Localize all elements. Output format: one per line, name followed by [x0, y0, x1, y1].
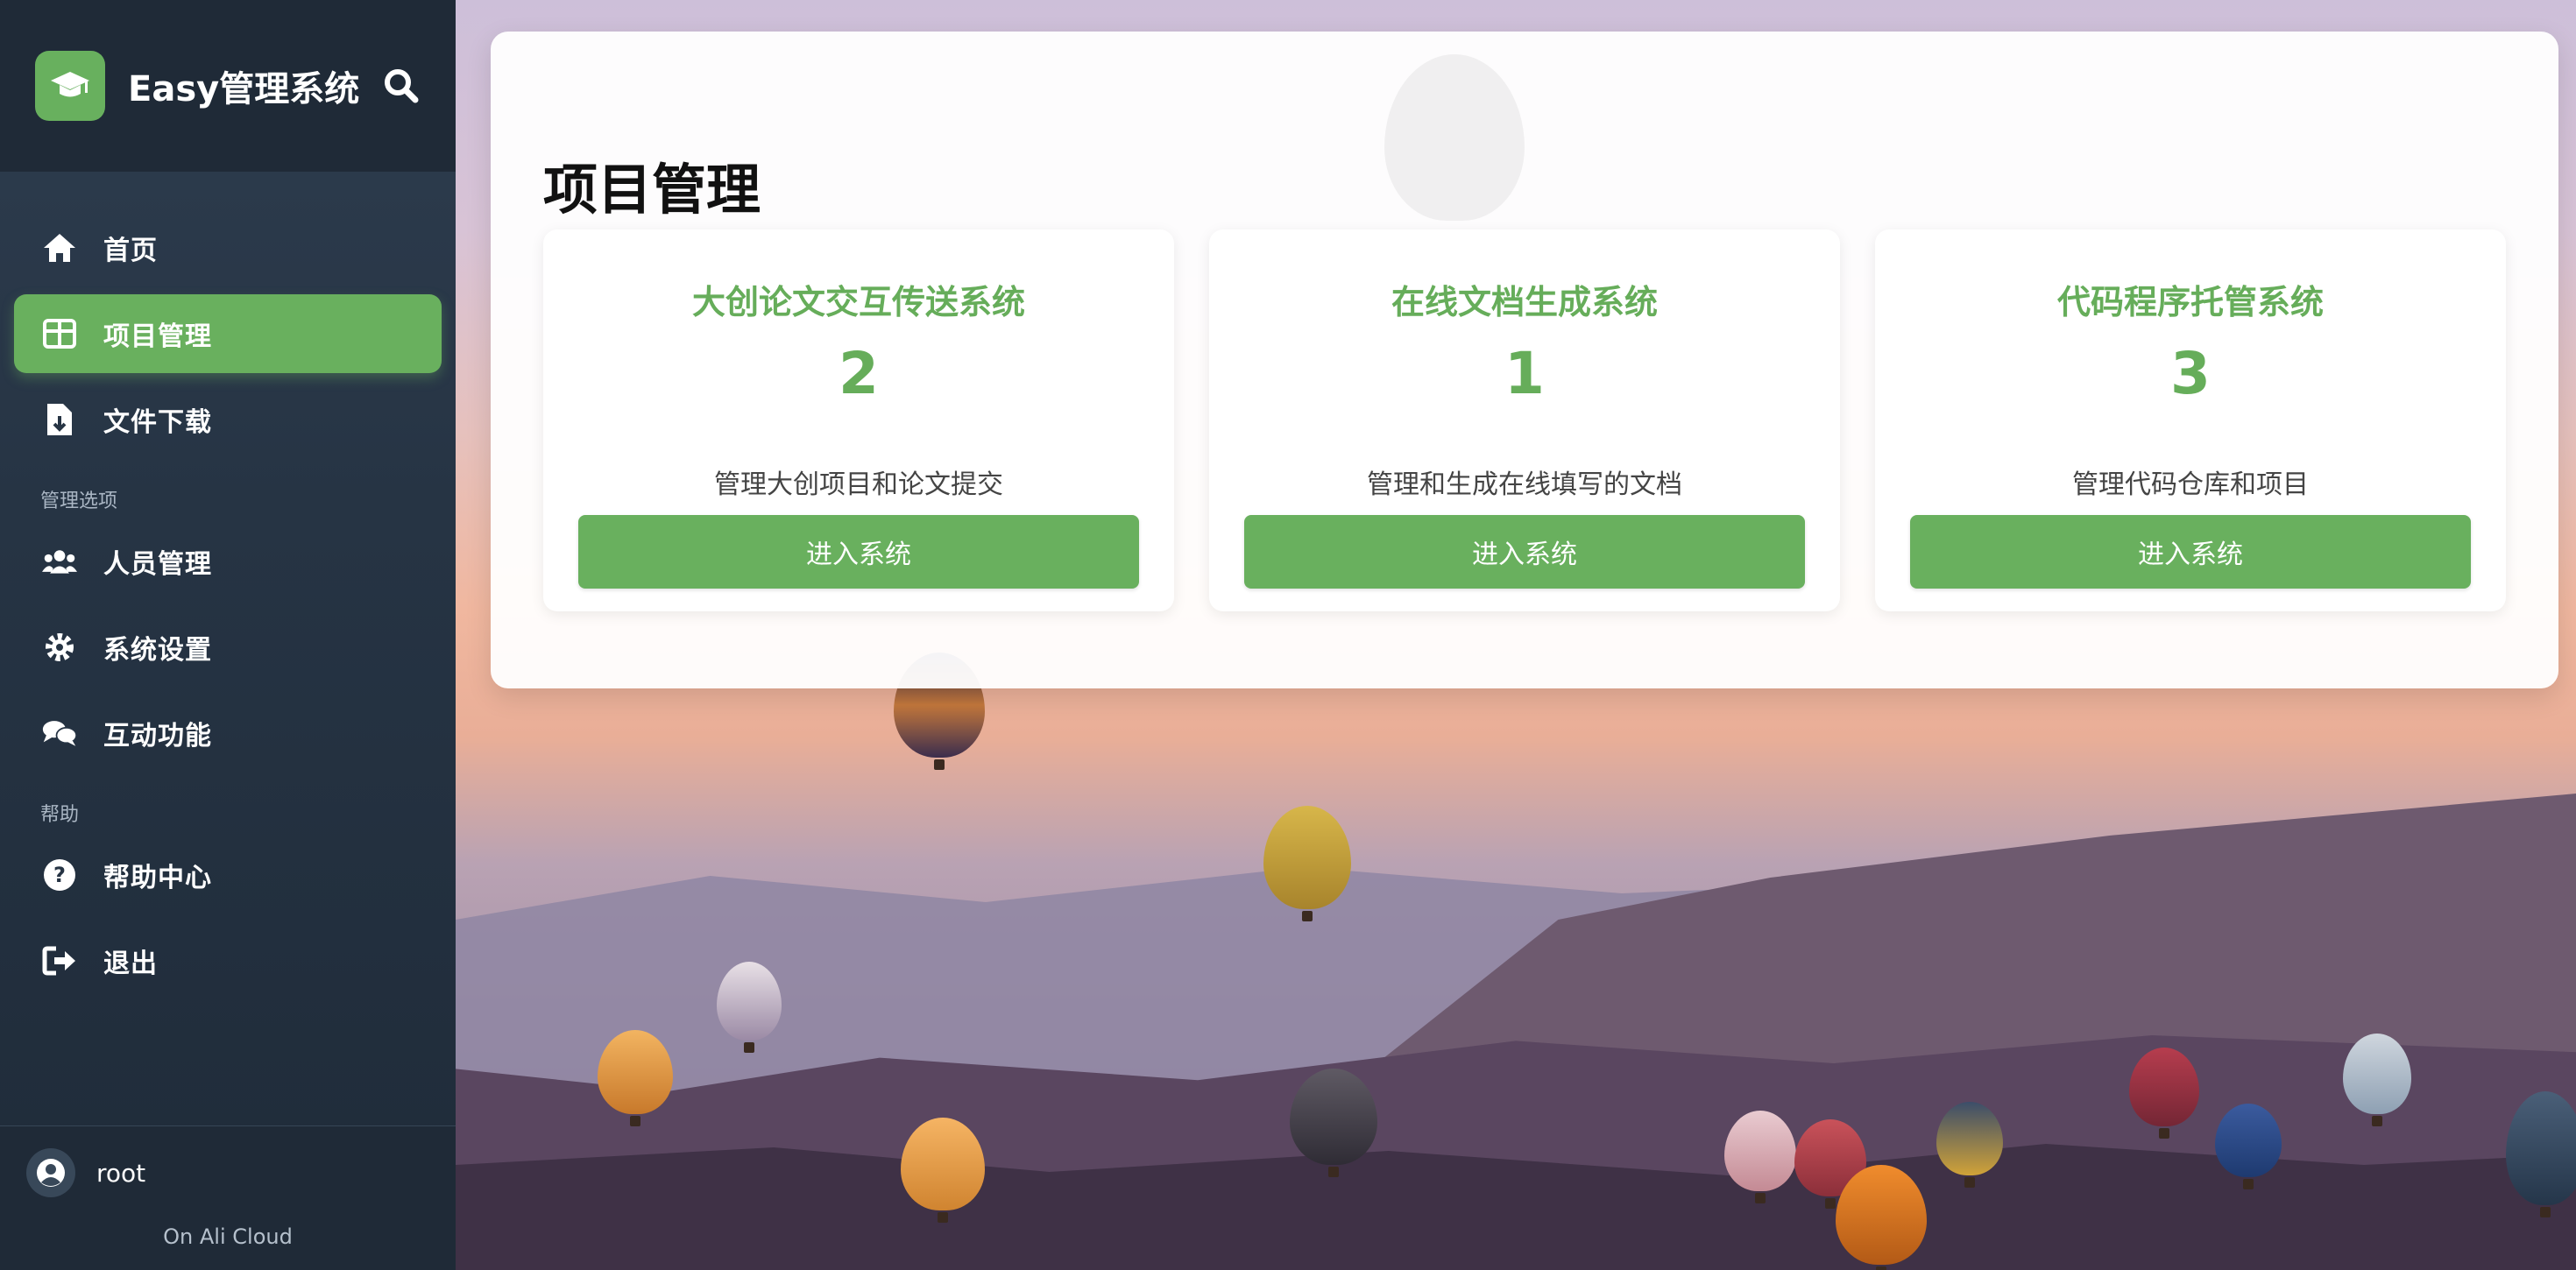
sidebar-item-label: 项目管理	[103, 321, 212, 352]
card-title: 代码程序托管系统	[2056, 283, 2324, 321]
question-icon: ?	[42, 857, 77, 893]
home-icon	[42, 230, 77, 265]
balloon	[1263, 806, 1351, 921]
sidebar-item-label: 人员管理	[103, 549, 212, 580]
system-card: 在线文档生成系统 1 管理和生成在线填写的文档 进入系统	[1209, 229, 1840, 611]
sidebar-footer: root On Ali Cloud	[0, 1125, 456, 1270]
enter-system-button[interactable]: 进入系统	[1244, 515, 1805, 589]
nav-group-manage: 管理选项	[40, 490, 118, 512]
grid-icon	[42, 316, 77, 351]
sidebar-item-settings[interactable]: 系统设置	[14, 608, 442, 687]
search-icon[interactable]	[382, 67, 421, 105]
card-title: 大创论文交互传送系统	[691, 283, 1025, 321]
username: root	[96, 1158, 146, 1188]
sidebar-item-interaction[interactable]: 互动功能	[14, 694, 442, 773]
sidebar-item-home[interactable]: 首页	[14, 208, 442, 287]
balloon	[717, 962, 782, 1053]
logout-icon	[42, 943, 77, 978]
card-description: 管理大创项目和论文提交	[714, 469, 1003, 500]
sidebar-item-label: 文件下载	[103, 407, 212, 438]
user-circle-icon	[37, 1159, 65, 1187]
balloon	[2129, 1048, 2199, 1139]
sidebar-item-label: 互动功能	[103, 721, 212, 751]
main-panel: 项目管理 大创论文交互传送系统 2 管理大创项目和论文提交 进入系统 在线文档生…	[491, 32, 2558, 688]
hosting-note: On Ali Cloud	[163, 1224, 293, 1249]
svg-text:?: ?	[53, 863, 66, 887]
system-card: 代码程序托管系统 3 管理代码仓库和项目 进入系统	[1875, 229, 2506, 611]
user-profile[interactable]: root	[0, 1133, 456, 1212]
enter-system-button[interactable]: 进入系统	[578, 515, 1139, 589]
sidebar-item-label: 帮助中心	[103, 863, 212, 893]
sidebar-item-logout[interactable]: 退出	[14, 921, 442, 1000]
sidebar-item-label: 首页	[103, 236, 158, 266]
card-count: 1	[1504, 340, 1545, 407]
enter-system-button[interactable]: 进入系统	[1910, 515, 2471, 589]
sidebar-item-label: 系统设置	[103, 635, 212, 666]
brand-header: Easy管理系统	[0, 0, 456, 172]
sidebar: Easy管理系统 首页 项目管理 文件下载 管理选项 人员管理 系统设置 互动功…	[0, 0, 456, 1270]
balloon	[2215, 1104, 2282, 1189]
sidebar-item-label: 退出	[103, 949, 158, 979]
system-card: 大创论文交互传送系统 2 管理大创项目和论文提交 进入系统	[543, 229, 1174, 611]
file-download-icon	[42, 402, 77, 437]
chat-icon	[42, 716, 77, 751]
card-count: 3	[2170, 340, 2211, 407]
sidebar-nav: 首页 项目管理 文件下载 管理选项 人员管理 系统设置 互动功能 帮助 ? 帮助…	[0, 172, 456, 1000]
balloon	[2343, 1034, 2411, 1126]
gear-icon	[42, 630, 77, 665]
avatar[interactable]	[26, 1148, 75, 1197]
app-title: Easy管理系统	[128, 69, 360, 109]
system-cards: 大创论文交互传送系统 2 管理大创项目和论文提交 进入系统 在线文档生成系统 1…	[543, 229, 2506, 611]
sidebar-item-help-center[interactable]: ? 帮助中心	[14, 836, 442, 914]
balloon	[598, 1030, 673, 1126]
sidebar-item-users[interactable]: 人员管理	[14, 522, 442, 601]
card-description: 管理代码仓库和项目	[2072, 469, 2309, 500]
card-description: 管理和生成在线填写的文档	[1367, 469, 1682, 500]
card-count: 2	[839, 340, 879, 407]
balloon	[1724, 1111, 1796, 1203]
graduation-cap-icon[interactable]	[35, 51, 105, 121]
sidebar-item-file-download[interactable]: 文件下载	[14, 380, 442, 459]
nav-group-help: 帮助	[40, 804, 80, 826]
card-title: 在线文档生成系统	[1391, 283, 1658, 321]
sidebar-item-project-management[interactable]: 项目管理	[14, 294, 442, 373]
users-icon	[42, 544, 77, 579]
balloon	[1936, 1102, 2003, 1188]
balloon	[1384, 54, 1525, 221]
page-title: 项目管理	[543, 158, 761, 222]
